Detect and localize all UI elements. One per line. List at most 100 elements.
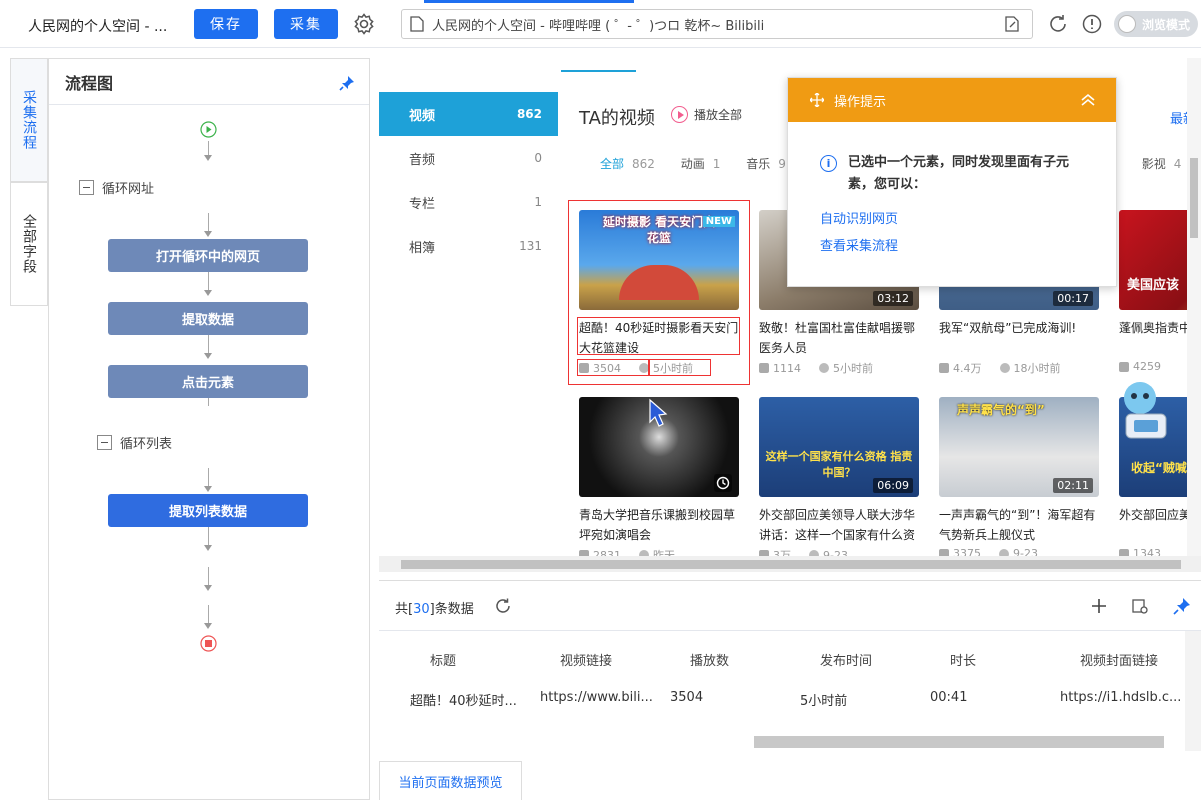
col-header-plays[interactable]: 播放数 — [690, 650, 729, 669]
refresh-icon[interactable] — [494, 597, 512, 615]
connector — [208, 398, 209, 406]
category-count: 862 — [516, 107, 542, 121]
count-number: 30 — [413, 602, 430, 617]
cell-duration[interactable]: 00:41 — [930, 690, 967, 705]
table-vertical-scrollbar[interactable] — [1185, 631, 1201, 751]
click-element-step[interactable]: 点击元素 — [108, 365, 308, 398]
section-title: TA的视频 — [579, 108, 655, 129]
collect-button[interactable]: 采集 — [274, 9, 338, 39]
col-header-cover-link[interactable]: 视频封面链接 — [1080, 650, 1158, 669]
video-thumbnail[interactable]: 声声霸气的“到” 02:11 — [939, 397, 1099, 497]
page-icon — [410, 16, 424, 32]
tab-all-fields[interactable]: 全部字段 — [10, 182, 48, 306]
col-header-video-link[interactable]: 视频链接 — [560, 650, 612, 669]
cell-cover-link[interactable]: https://i1.hdslb.c... — [1060, 690, 1181, 705]
category-album[interactable]: 相簿 131 — [379, 224, 558, 268]
category-label: 音频 — [409, 152, 436, 168]
tab-collect-flow[interactable]: 采集流程 — [10, 58, 48, 182]
selection-highlight-title — [577, 317, 740, 355]
info-icon[interactable] — [1081, 13, 1103, 35]
subtab-all[interactable]: 全部 862 — [600, 157, 655, 171]
connector — [208, 527, 209, 547]
mascot-icon — [1124, 382, 1167, 439]
publish-time: 18小时前 — [1013, 362, 1061, 375]
thumbnail-caption: 声声霸气的“到” — [957, 403, 1045, 417]
selection-highlight-plays — [577, 359, 649, 376]
extract-data-step[interactable]: 提取数据 — [108, 302, 308, 335]
category-label: 视频 — [409, 108, 436, 124]
tip-message-text: 已选中一个元素，同时发现里面有子元素，您可以： — [848, 155, 1070, 192]
video-title[interactable]: 致敬！杜富国杜富佳献唱援鄂医务人员 — [759, 318, 919, 358]
edit-page-icon[interactable] — [1004, 16, 1020, 32]
play-icon — [671, 106, 688, 123]
play-count-icon — [1119, 361, 1129, 372]
thumbnail-caption: 美国应该 — [1127, 278, 1180, 293]
info-circle-icon: i — [820, 155, 837, 172]
video-title[interactable]: 外交部回应美领导人联大涉华讲话：这样一个国家有什么资 — [759, 505, 919, 545]
view-flow-link[interactable]: 查看采集流程 — [820, 235, 898, 254]
collapse-up-icon[interactable] — [1080, 92, 1096, 108]
arrow-icon — [204, 231, 212, 237]
tab-page-data-preview[interactable]: 当前页面数据预览 — [379, 761, 522, 800]
arrow-icon — [204, 486, 212, 492]
arrow-icon — [204, 585, 212, 591]
subtab-film[interactable]: 影视 4 — [1142, 157, 1182, 171]
flow-panel: 流程图 循环网址 打开循环中的网页 提取数据 点击元素 循环列表 提取列表数据 — [48, 58, 370, 800]
pin-icon[interactable] — [339, 75, 355, 91]
video-duration: 02:11 — [1053, 478, 1093, 493]
add-icon[interactable] — [1090, 597, 1108, 615]
connector — [208, 335, 209, 355]
loop-list-node[interactable]: 循环列表 — [97, 433, 172, 452]
col-header-publish-time[interactable]: 发布时间 — [820, 650, 872, 669]
subtab-count: 1 — [712, 157, 721, 171]
extract-list-step[interactable]: 提取列表数据 — [108, 494, 308, 527]
subtab-label: 影视 — [1141, 157, 1166, 171]
category-column[interactable]: 专栏 1 — [379, 180, 558, 224]
subtab-label: 全部 — [600, 157, 625, 171]
category-audio[interactable]: 音频 0 — [379, 136, 558, 180]
subtab-music[interactable]: 音乐 9 — [746, 157, 786, 171]
auto-detect-link[interactable]: 自动识别网页 — [820, 208, 898, 227]
loop-url-node[interactable]: 循环网址 — [79, 178, 154, 197]
settings-page-icon[interactable] — [1131, 597, 1149, 615]
play-all-label: 播放全部 — [694, 108, 743, 122]
category-video[interactable]: 视频 862 — [379, 92, 558, 136]
col-header-duration[interactable]: 时长 — [950, 650, 976, 669]
scroll-thumb[interactable] — [401, 560, 1181, 569]
video-duration: 03:12 — [873, 291, 913, 306]
move-icon[interactable] — [810, 93, 824, 107]
arrow-icon — [204, 290, 212, 296]
col-header-title[interactable]: 标题 — [430, 650, 456, 669]
connector — [208, 605, 209, 625]
save-button[interactable]: 保存 — [194, 9, 258, 39]
refresh-icon[interactable] — [1047, 13, 1069, 35]
arrow-icon — [204, 155, 212, 161]
subtab-count: 4 — [1173, 157, 1182, 171]
watch-later-icon[interactable] — [713, 473, 733, 493]
cell-video-link[interactable]: https://www.bili... — [540, 690, 653, 705]
video-title[interactable]: 青岛大学把音乐课搬到校园草坪宛如演唱会 — [579, 505, 739, 545]
subtab-count: 9 — [778, 157, 786, 171]
gear-icon[interactable] — [352, 12, 376, 36]
video-title[interactable]: 我军“双航母”已完成海训! — [939, 318, 1099, 358]
table-horizontal-scrollbar[interactable] — [754, 736, 1164, 748]
tip-header[interactable]: 操作提示 — [788, 78, 1116, 122]
start-icon — [200, 121, 217, 138]
content-horizontal-scrollbar[interactable] — [379, 556, 1201, 572]
scroll-thumb[interactable] — [1190, 158, 1198, 238]
browse-mode-toggle[interactable]: 浏览模式 — [1114, 11, 1198, 37]
cell-publish-time[interactable]: 5小时前 — [800, 690, 847, 709]
cell-title[interactable]: 超酷！40秒延时... — [410, 690, 517, 709]
video-thumbnail[interactable]: 这样一个国家有什么资格 指责中国？ 06:09 — [759, 397, 919, 497]
content-vertical-scrollbar[interactable] — [1187, 58, 1201, 556]
subtab-anime[interactable]: 动画 1 — [681, 157, 721, 171]
url-bar[interactable]: 人民网的个人空间 - 哔哩哔哩 ( ゜- ゜)つロ 乾杯~ Bilibili — [401, 9, 1033, 39]
open-page-step[interactable]: 打开循环中的网页 — [108, 239, 308, 272]
video-title[interactable]: 一声声霸气的“到”！海军超有气势新兵上舰仪式 — [939, 505, 1099, 545]
collapse-icon[interactable] — [79, 180, 94, 195]
play-all-button[interactable]: 播放全部 — [671, 106, 742, 123]
cell-plays[interactable]: 3504 — [670, 690, 703, 705]
collapse-icon[interactable] — [97, 435, 112, 450]
pin-icon[interactable] — [1173, 597, 1191, 615]
active-tab-indicator — [424, 0, 634, 3]
